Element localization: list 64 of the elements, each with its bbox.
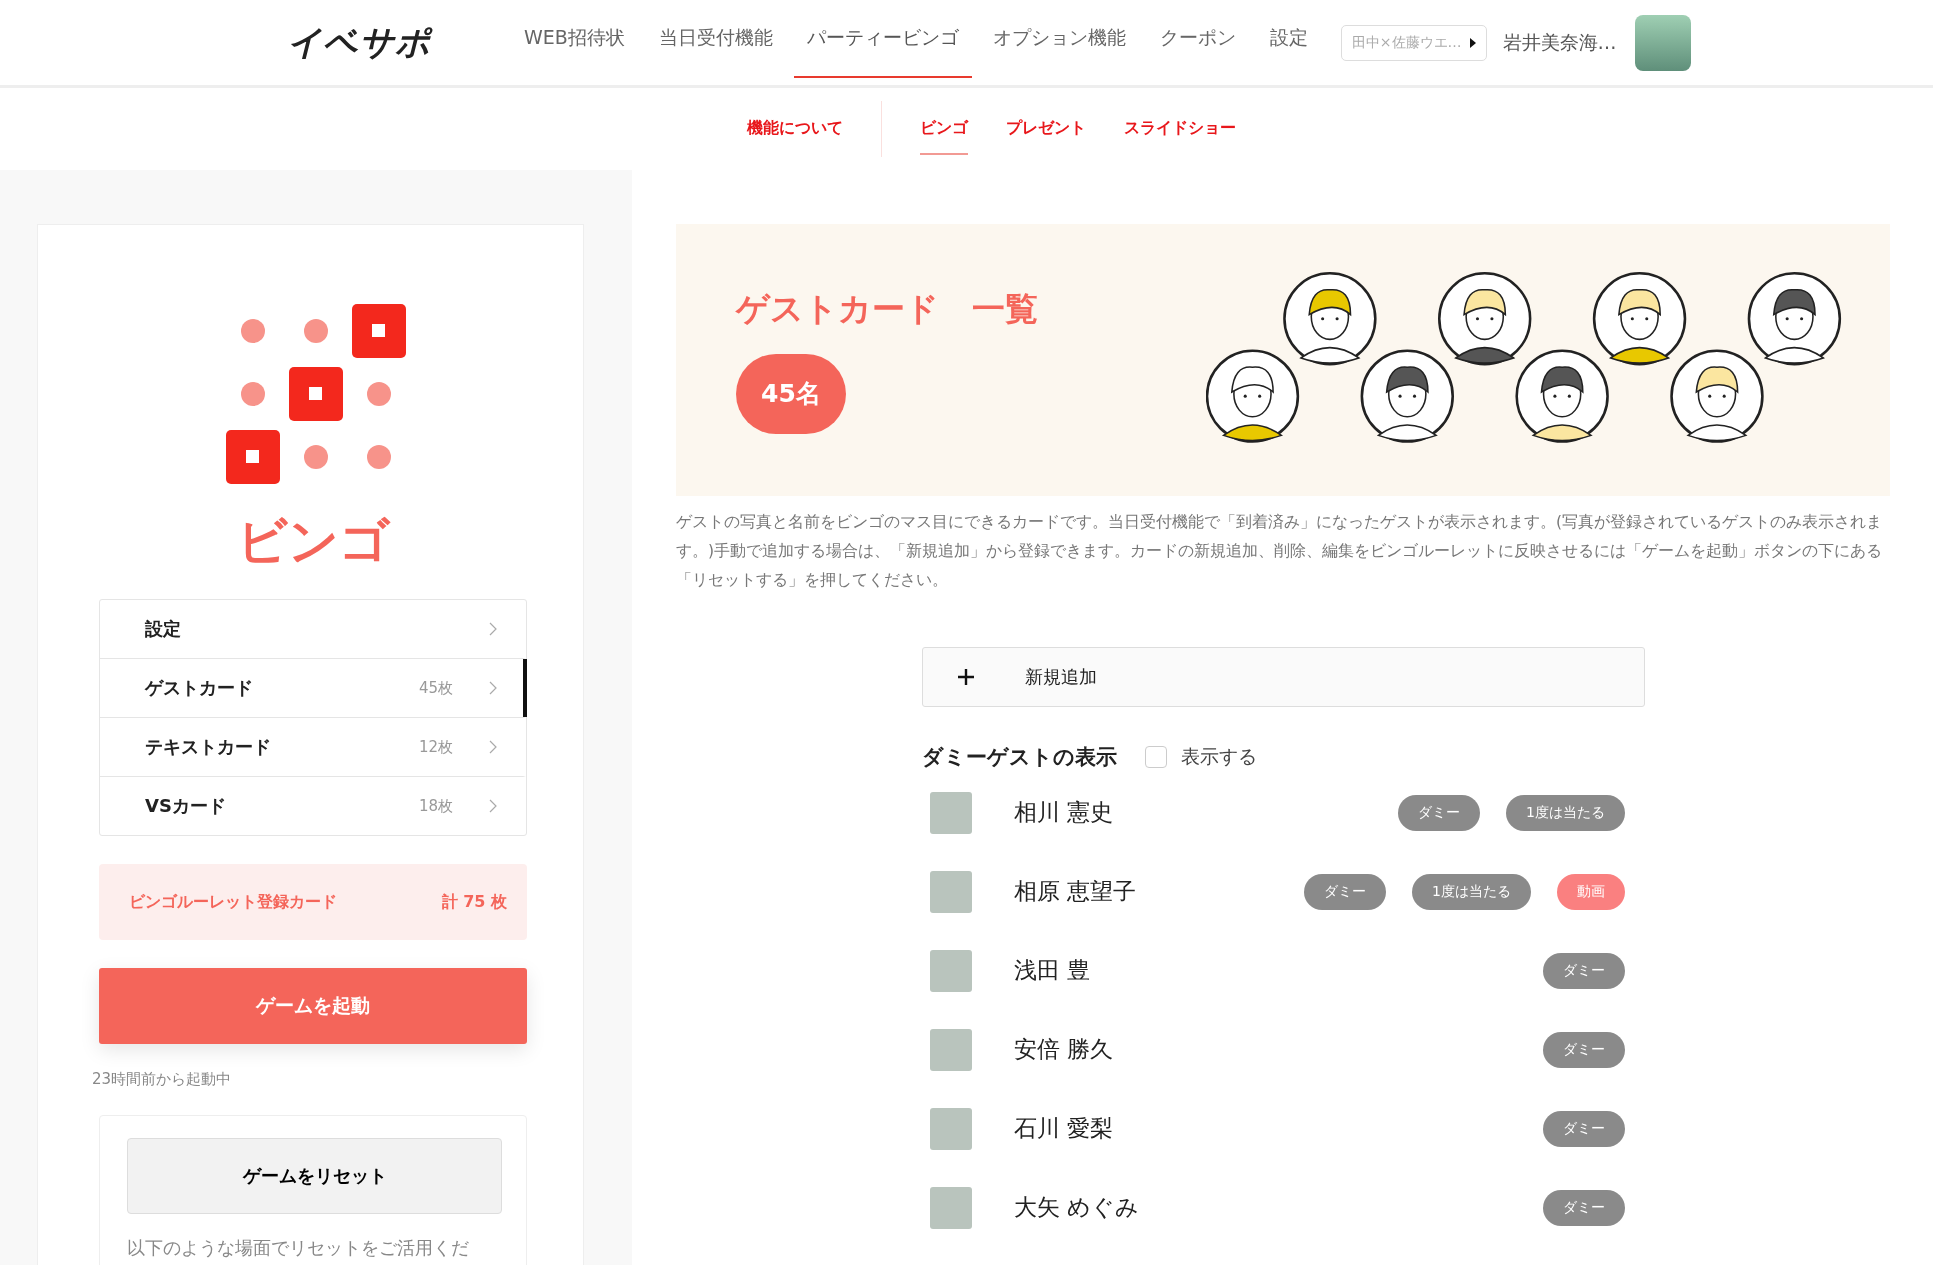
show-dummy-checkbox[interactable]: 表示する (1145, 744, 1257, 770)
card-count: 12枚 (418, 737, 453, 757)
guest-name: 浅田 豊 (1014, 956, 1092, 985)
tag: 動画 (1557, 873, 1625, 910)
guest-name: 相原 恵望子 (1014, 877, 1138, 906)
guest-name: 石川 愛梨 (1014, 1114, 1115, 1143)
guest-name: 相川 憲史 (1014, 798, 1115, 827)
start-game-button[interactable]: ゲームを起動 (99, 968, 527, 1044)
caret-icon (1469, 37, 1476, 48)
subnav-tab[interactable]: 機能について (747, 103, 843, 155)
running-note: 23時間前から起動中 (92, 1070, 233, 1089)
sidebar-item[interactable]: ゲストカード 45枚 (100, 658, 526, 717)
card-count: 18枚 (418, 796, 453, 816)
description: ゲストの写真と名前をビンゴのマス目にできるカードです。当日受付機能で「到着済み」になったゲストが表示されます。(写真が登録されているゲストのみ表示されます。)手動で追加する場合は、「新規追加」から登録できます。カードの新規追加、削除、編集をビンゴルーレットに反映させるには「ゲームを起動」ボタンの下にある「リセットする」を押してください。 (676, 512, 1884, 591)
avatar-photo-placeholder[interactable] (1634, 14, 1691, 71)
guest-name: 安倍 勝久 (1014, 1035, 1115, 1064)
menu-label: VSカード (145, 794, 227, 818)
chevron-right-icon (489, 681, 497, 695)
chevron-right-icon (489, 740, 497, 754)
sidebar-item[interactable]: テキストカード 12枚 (100, 717, 526, 776)
dummy-guest-label: ダミーゲストの表示 (922, 744, 1117, 771)
count-badge: 45名 (736, 353, 846, 434)
guest-photo-placeholder (930, 1028, 972, 1071)
nav-link[interactable]: パーティービンゴ (793, 0, 972, 78)
sidebar-title: ビンゴ (235, 511, 392, 572)
menu-label: 設定 (145, 617, 182, 641)
guest-photo-placeholder (930, 791, 972, 834)
tag: ダミー (1543, 1110, 1625, 1147)
nav-link[interactable]: オプション機能 (979, 0, 1139, 78)
tag: 1度は当たる (1506, 794, 1625, 831)
subnav-tab[interactable]: ビンゴ (920, 103, 968, 155)
tag: ダミー (1543, 952, 1625, 989)
user-name[interactable]: 岩井美奈海… (1502, 29, 1617, 56)
card-count: 45枚 (418, 678, 453, 698)
menu-label: ゲストカード (145, 676, 254, 700)
tag: 1度は当たる (1412, 873, 1531, 910)
guest-photo-placeholder (930, 870, 972, 913)
tag: ダミー (1304, 873, 1387, 910)
chevron-right-icon (489, 799, 497, 813)
guest-photo-placeholder (930, 949, 972, 992)
tag: ダミー (1398, 794, 1481, 831)
menu-label: テキストカード (145, 735, 272, 759)
nav-link[interactable]: 設定 (1256, 0, 1321, 78)
reset-note: 以下のような場面でリセットをご活用くだ (127, 1236, 470, 1260)
sidebar-item[interactable]: VSカード 18枚 (100, 776, 526, 835)
subnav-tab[interactable]: スライドショー (1124, 103, 1236, 155)
guest-photo-placeholder (930, 1107, 972, 1150)
nav-link[interactable]: 当日受付機能 (645, 0, 786, 78)
logo[interactable]: イベサポ (287, 19, 431, 66)
add-new-button[interactable]: 新規追加 (922, 647, 1645, 707)
guest-name: 大矢 めぐみ (1014, 1193, 1141, 1222)
tag: ダミー (1543, 1189, 1625, 1226)
total-label: ビンゴルーレット登録カード (129, 891, 337, 913)
chevron-right-icon (489, 622, 497, 636)
total-value: 計 75 枚 (441, 891, 507, 913)
reset-game-button[interactable]: ゲームをリセット (127, 1138, 502, 1214)
nav-link[interactable]: WEB招待状 (511, 0, 638, 78)
nav-link[interactable]: クーポン (1146, 0, 1249, 78)
guest-photo-placeholder (930, 1186, 972, 1229)
plus-icon (957, 668, 975, 686)
subnav-tab[interactable]: プレゼント (1006, 103, 1086, 155)
page-title: ゲストカード 一覧 (736, 287, 1039, 330)
tag: ダミー (1543, 1031, 1625, 1068)
sidebar-item[interactable]: 設定 (100, 600, 526, 658)
